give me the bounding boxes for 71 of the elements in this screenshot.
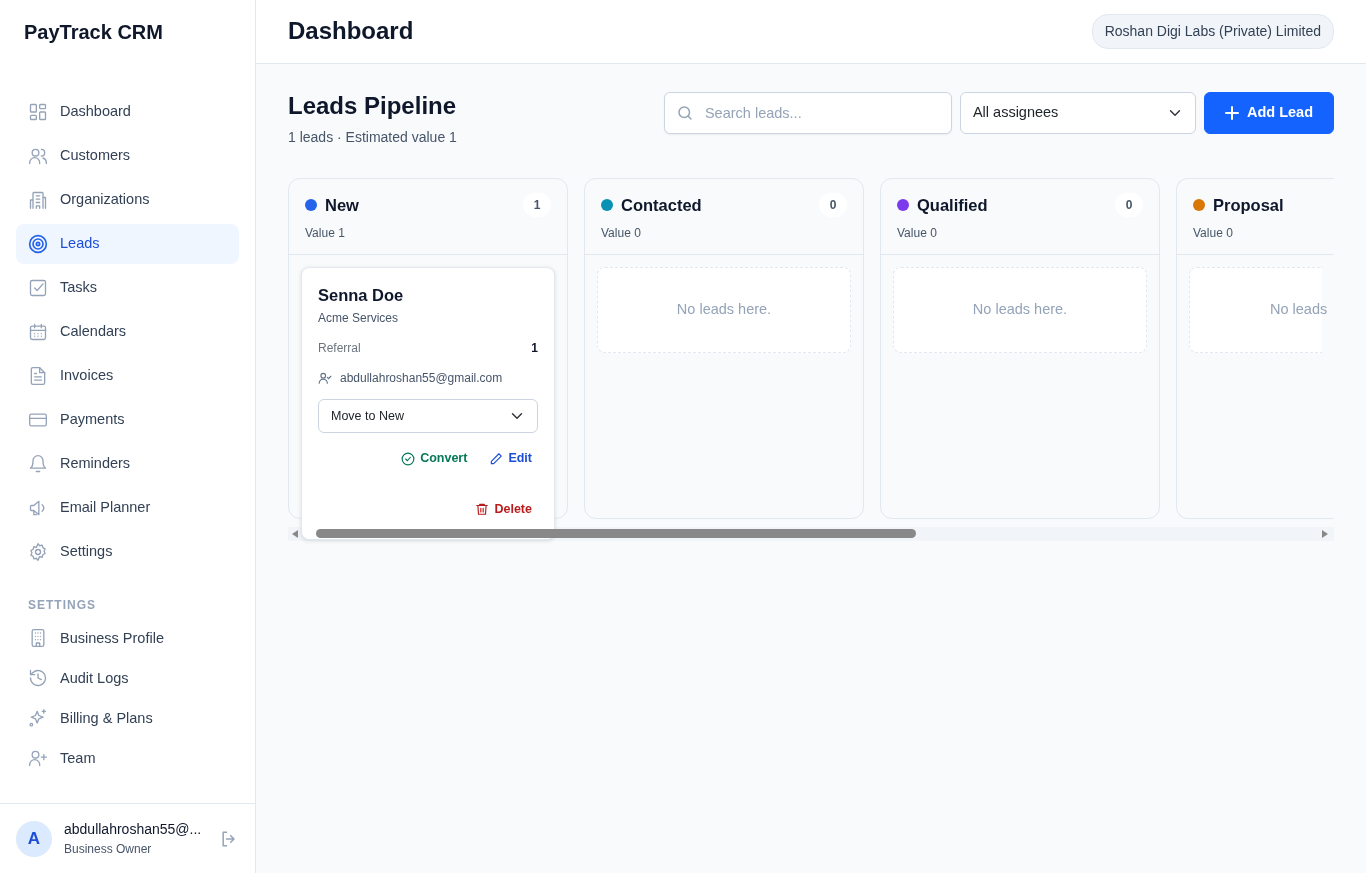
pipeline-summary: 1 leads · Estimated value 1 — [288, 127, 457, 147]
sparkle-icon — [28, 708, 48, 729]
sidebar-item[interactable]: Business Profile — [16, 618, 239, 659]
sidebar-item[interactable]: Payments — [16, 400, 239, 440]
scroll-right-icon[interactable] — [1322, 529, 1328, 538]
column-title: Contacted — [621, 194, 702, 216]
scroll-left-icon[interactable] — [292, 529, 298, 538]
sidebar-item[interactable]: Invoices — [16, 356, 239, 396]
sidebar-item[interactable]: Customers — [16, 136, 239, 176]
sidebar-item[interactable]: Billing & Plans — [16, 698, 239, 739]
add-user-icon — [28, 748, 48, 769]
sidebar-item[interactable]: Organizations — [16, 180, 239, 220]
settings-icon — [28, 542, 48, 562]
calendar-icon — [28, 322, 48, 342]
delete-button[interactable]: Delete — [475, 500, 532, 519]
sidebar-item[interactable]: Audit Logs — [16, 658, 239, 699]
column-value: Value 0 — [897, 224, 938, 242]
lead-count: 0 — [1115, 193, 1143, 218]
convert-button[interactable]: Convert — [401, 449, 468, 469]
page-title: Dashboard — [288, 17, 414, 46]
building-icon — [28, 190, 48, 210]
bell-icon — [28, 454, 48, 474]
sidebar-item[interactable]: Leads — [16, 224, 239, 264]
section-title: Leads Pipeline — [288, 92, 457, 121]
user-avatar: A — [16, 820, 52, 857]
assignee-email: abdullahroshan55@gmail.com — [340, 370, 503, 388]
trash-icon — [475, 502, 490, 517]
column-title: Qualified — [917, 194, 988, 216]
edit-button[interactable]: Edit — [489, 449, 532, 469]
empty-message: No leads here. — [676, 299, 772, 319]
empty-message: No leads — [1270, 299, 1328, 319]
history-icon — [28, 668, 48, 689]
sidebar-item[interactable]: Dashboard — [16, 92, 239, 132]
user-check-icon — [318, 371, 332, 386]
sidebar-item[interactable]: Tasks — [16, 268, 239, 308]
section-heading: SETTINGS — [27, 597, 97, 614]
scrollbar-thumb[interactable] — [316, 529, 916, 539]
column-value: Value 1 — [305, 224, 346, 242]
users-icon — [28, 146, 48, 166]
sidebar-item[interactable]: Team — [16, 738, 239, 779]
lead-value: 1 — [531, 340, 538, 358]
checkbox-icon — [28, 278, 48, 298]
sidebar-item[interactable]: Settings — [16, 532, 239, 572]
target-icon — [28, 234, 48, 254]
sidebar-item[interactable]: Calendars — [16, 312, 239, 352]
move-stage-select[interactable]: Move to New — [318, 399, 538, 434]
user-role: Business Owner — [64, 841, 153, 858]
brand-name: PayTrack CRM — [23, 20, 164, 45]
plus-icon — [1224, 106, 1239, 120]
add-lead-button[interactable]: Add Lead — [1203, 92, 1334, 134]
lead-name: Senna Doe — [318, 285, 405, 306]
lead-source: Referral — [318, 340, 361, 358]
check-circle-icon — [401, 451, 416, 466]
user-email: abdullahroshan55@... — [64, 820, 203, 839]
assignee-select[interactable]: All assignees — [959, 92, 1196, 134]
search-field[interactable]: Search leads... — [663, 92, 952, 134]
search-icon — [675, 104, 694, 122]
lead-count: 1 — [523, 193, 551, 218]
document-icon — [28, 366, 48, 386]
column-value: Value 0 — [601, 224, 642, 242]
lead-company: Acme Services — [318, 310, 400, 328]
column-value: Value 0 — [1193, 224, 1234, 242]
organization-badge: Roshan Digi Labs (Private) Limited — [1091, 14, 1334, 49]
pencil-icon — [489, 451, 504, 466]
sidebar-item[interactable]: Reminders — [16, 444, 239, 484]
column-title: Proposal — [1213, 194, 1284, 216]
column-title: New — [325, 194, 359, 216]
empty-message: No leads here. — [972, 299, 1068, 319]
grid-icon — [28, 102, 48, 122]
lead-count: 0 — [819, 193, 847, 218]
sidebar-item[interactable]: Email Planner — [16, 488, 239, 528]
